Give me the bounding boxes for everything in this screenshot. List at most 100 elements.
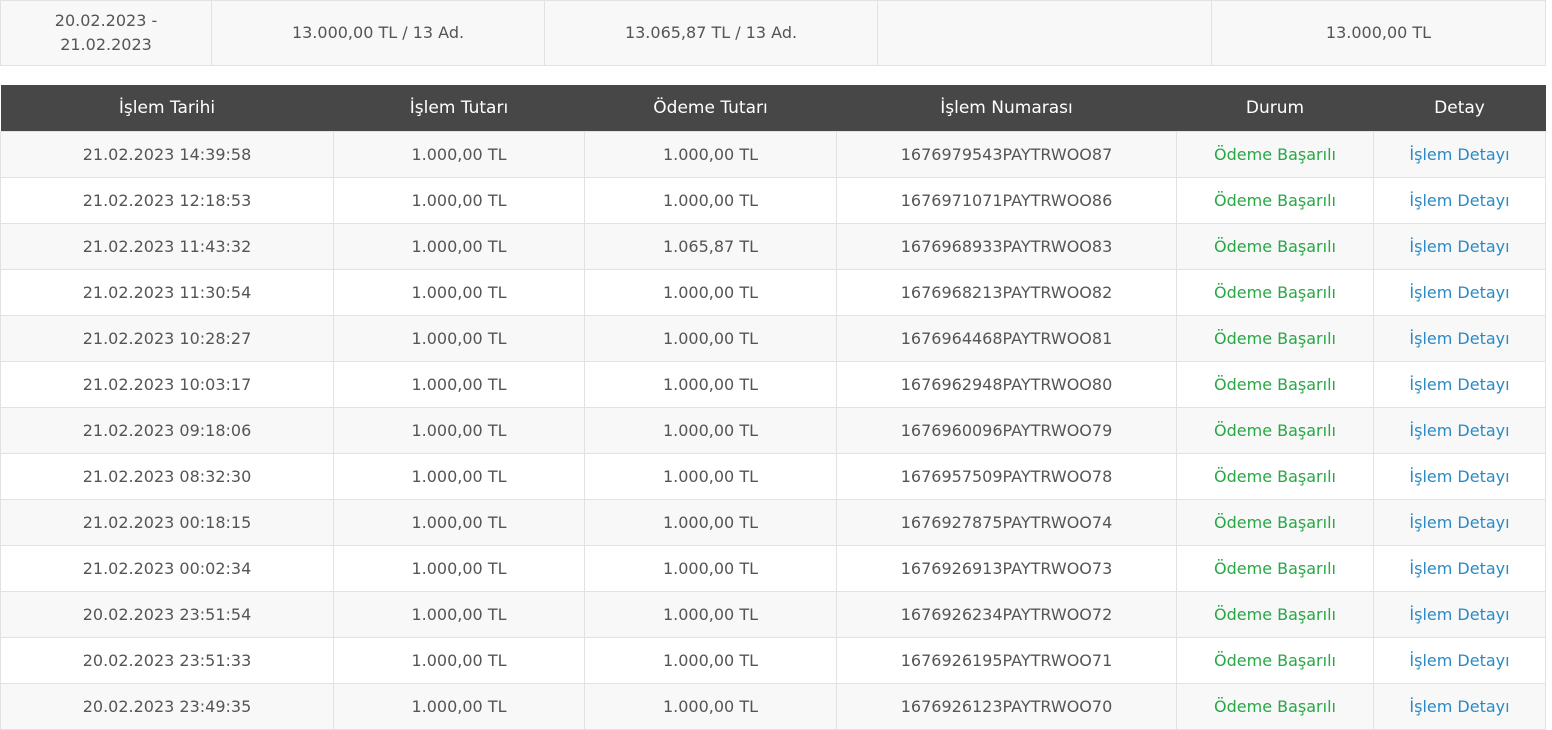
cell-date: 20.02.2023 23:51:33 (0, 637, 334, 684)
cell-status: Ödeme Başarılı (1176, 545, 1374, 592)
cell-islem-numarasi: 1676962948PAYTRWOO80 (836, 361, 1177, 408)
cell-date: 20.02.2023 23:49:35 (0, 683, 334, 730)
header-odeme-tutari: Ödeme Tutarı (584, 85, 837, 132)
summary-table: 20.02.2023 - 21.02.2023 13.000,00 TL / 1… (0, 0, 1546, 66)
cell-islem-tutari: 1.000,00 TL (333, 131, 585, 178)
cell-status: Ödeme Başarılı (1176, 131, 1374, 178)
cell-detail[interactable]: İşlem Detayı (1373, 177, 1546, 224)
cell-status: Ödeme Başarılı (1176, 223, 1374, 270)
cell-islem-numarasi: 1676971071PAYTRWOO86 (836, 177, 1177, 224)
table-row: 21.02.2023 12:18:53 1.000,00 TL 1.000,00 T… (0, 177, 1546, 224)
table-header-row: İşlem Tarihi İşlem Tutarı Ödeme Tutarı İ… (0, 85, 1546, 132)
cell-islem-tutari: 1.000,00 TL (333, 361, 585, 408)
summary-net-total: 13.000,00 TL (1211, 0, 1546, 66)
header-islem-tutari: İşlem Tutarı (333, 85, 585, 132)
islem-detayi-link[interactable]: İşlem Detayı (1409, 605, 1509, 624)
islem-detayi-link[interactable]: İşlem Detayı (1409, 513, 1509, 532)
cell-islem-tutari: 1.000,00 TL (333, 683, 585, 730)
summary-empty-cell (877, 0, 1212, 66)
cell-islem-tutari: 1.000,00 TL (333, 223, 585, 270)
cell-islem-numarasi: 1676926234PAYTRWOO72 (836, 591, 1177, 638)
cell-date: 21.02.2023 00:18:15 (0, 499, 334, 546)
islem-detayi-link[interactable]: İşlem Detayı (1409, 145, 1509, 164)
cell-status: Ödeme Başarılı (1176, 591, 1374, 638)
table-row: 21.02.2023 00:02:34 1.000,00 TL 1.000,00 T… (0, 545, 1546, 592)
cell-detail[interactable]: İşlem Detayı (1373, 591, 1546, 638)
cell-date: 21.02.2023 10:28:27 (0, 315, 334, 362)
cell-islem-tutari: 1.000,00 TL (333, 269, 585, 316)
islem-detayi-link[interactable]: İşlem Detayı (1409, 421, 1509, 440)
cell-islem-tutari: 1.000,00 TL (333, 591, 585, 638)
cell-detail[interactable]: İşlem Detayı (1373, 637, 1546, 684)
cell-odeme-tutari: 1.000,00 TL (584, 269, 837, 316)
cell-islem-numarasi: 1676926123PAYTRWOO70 (836, 683, 1177, 730)
islem-detayi-link[interactable]: İşlem Detayı (1409, 375, 1509, 394)
islem-detayi-link[interactable]: İşlem Detayı (1409, 651, 1509, 670)
islem-detayi-link[interactable]: İşlem Detayı (1409, 237, 1509, 256)
cell-islem-numarasi: 1676968213PAYTRWOO82 (836, 269, 1177, 316)
table-row: 20.02.2023 23:51:54 1.000,00 TL 1.000,00 T… (0, 591, 1546, 638)
islem-detayi-link[interactable]: İşlem Detayı (1409, 697, 1509, 716)
cell-odeme-tutari: 1.000,00 TL (584, 499, 837, 546)
cell-detail[interactable]: İşlem Detayı (1373, 269, 1546, 316)
cell-detail[interactable]: İşlem Detayı (1373, 223, 1546, 270)
cell-status: Ödeme Başarılı (1176, 453, 1374, 500)
cell-status: Ödeme Başarılı (1176, 407, 1374, 454)
cell-date: 21.02.2023 08:32:30 (0, 453, 334, 500)
cell-detail[interactable]: İşlem Detayı (1373, 315, 1546, 362)
cell-islem-tutari: 1.000,00 TL (333, 637, 585, 684)
header-islem-tarihi: İşlem Tarihi (0, 85, 334, 132)
cell-odeme-tutari: 1.000,00 TL (584, 131, 837, 178)
cell-detail[interactable]: İşlem Detayı (1373, 545, 1546, 592)
islem-detayi-link[interactable]: İşlem Detayı (1409, 467, 1509, 486)
islem-detayi-link[interactable]: İşlem Detayı (1409, 559, 1509, 578)
cell-odeme-tutari: 1.000,00 TL (584, 453, 837, 500)
cell-date: 21.02.2023 11:43:32 (0, 223, 334, 270)
cell-date: 21.02.2023 00:02:34 (0, 545, 334, 592)
cell-islem-numarasi: 1676968933PAYTRWOO83 (836, 223, 1177, 270)
cell-islem-numarasi: 1676979543PAYTRWOO87 (836, 131, 1177, 178)
cell-odeme-tutari: 1.000,00 TL (584, 177, 837, 224)
cell-status: Ödeme Başarılı (1176, 315, 1374, 362)
table-row: 21.02.2023 09:18:06 1.000,00 TL 1.000,00 T… (0, 407, 1546, 454)
cell-detail[interactable]: İşlem Detayı (1373, 407, 1546, 454)
cell-islem-tutari: 1.000,00 TL (333, 315, 585, 362)
transactions-table: İşlem Tarihi İşlem Tutarı Ödeme Tutarı İ… (0, 85, 1546, 730)
table-row: 21.02.2023 10:28:27 1.000,00 TL 1.000,00 T… (0, 315, 1546, 362)
cell-detail[interactable]: İşlem Detayı (1373, 361, 1546, 408)
cell-islem-tutari: 1.000,00 TL (333, 499, 585, 546)
cell-odeme-tutari: 1.000,00 TL (584, 591, 837, 638)
islem-detayi-link[interactable]: İşlem Detayı (1409, 191, 1509, 210)
table-row: 20.02.2023 23:51:33 1.000,00 TL 1.000,00 T… (0, 637, 1546, 684)
cell-detail[interactable]: İşlem Detayı (1373, 499, 1546, 546)
cell-odeme-tutari: 1.000,00 TL (584, 315, 837, 362)
cell-odeme-tutari: 1.000,00 TL (584, 683, 837, 730)
cell-date: 21.02.2023 12:18:53 (0, 177, 334, 224)
cell-detail[interactable]: İşlem Detayı (1373, 453, 1546, 500)
table-row: 21.02.2023 00:18:15 1.000,00 TL 1.000,00 T… (0, 499, 1546, 546)
cell-odeme-tutari: 1.000,00 TL (584, 407, 837, 454)
table-row: 20.02.2023 23:49:35 1.000,00 TL 1.000,00 T… (0, 683, 1546, 730)
cell-date: 21.02.2023 10:03:17 (0, 361, 334, 408)
header-islem-numarasi: İşlem Numarası (836, 85, 1177, 132)
cell-detail[interactable]: İşlem Detayı (1373, 683, 1546, 730)
table-row: 21.02.2023 10:03:17 1.000,00 TL 1.000,00 T… (0, 361, 1546, 408)
table-row: 21.02.2023 08:32:30 1.000,00 TL 1.000,00 T… (0, 453, 1546, 500)
cell-detail[interactable]: İşlem Detayı (1373, 131, 1546, 178)
cell-status: Ödeme Başarılı (1176, 499, 1374, 546)
cell-date: 21.02.2023 11:30:54 (0, 269, 334, 316)
cell-islem-numarasi: 1676926913PAYTRWOO73 (836, 545, 1177, 592)
cell-odeme-tutari: 1.000,00 TL (584, 545, 837, 592)
table-row: 21.02.2023 11:30:54 1.000,00 TL 1.000,00 T… (0, 269, 1546, 316)
summary-odeme-total: 13.065,87 TL / 13 Ad. (544, 0, 878, 66)
header-detay: Detay (1373, 85, 1546, 132)
cell-status: Ödeme Başarılı (1176, 177, 1374, 224)
islem-detayi-link[interactable]: İşlem Detayı (1409, 329, 1509, 348)
summary-period: 20.02.2023 - 21.02.2023 (0, 0, 212, 66)
cell-islem-tutari: 1.000,00 TL (333, 545, 585, 592)
cell-odeme-tutari: 1.065,87 TL (584, 223, 837, 270)
summary-islem-total: 13.000,00 TL / 13 Ad. (211, 0, 545, 66)
cell-date: 21.02.2023 09:18:06 (0, 407, 334, 454)
cell-date: 20.02.2023 23:51:54 (0, 591, 334, 638)
islem-detayi-link[interactable]: İşlem Detayı (1409, 283, 1509, 302)
